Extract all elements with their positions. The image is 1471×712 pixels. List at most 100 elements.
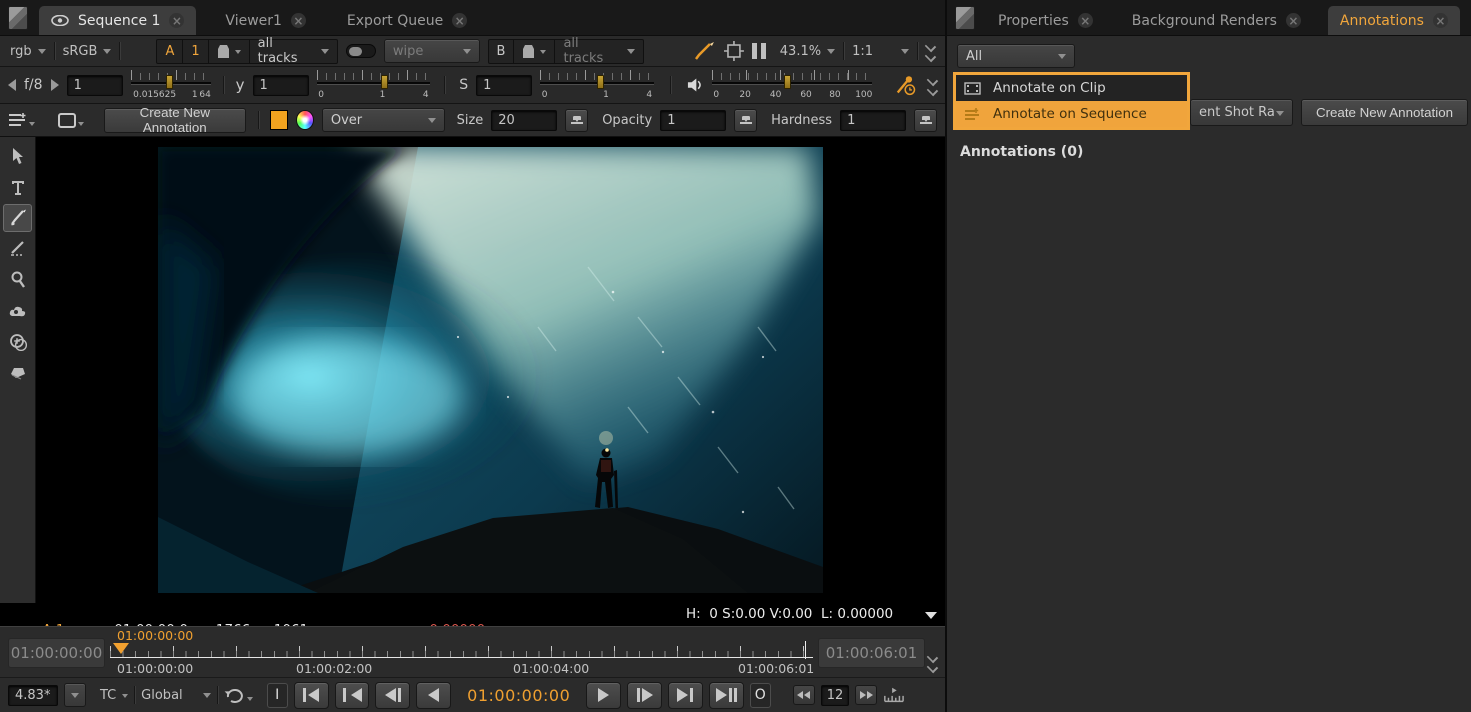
step-back-button[interactable] [375,681,411,709]
close-icon[interactable] [1077,13,1093,28]
speed-dropdown-button[interactable] [64,683,86,707]
range-mode-dropdown[interactable]: Global [141,688,211,703]
gamma-slider[interactable]: 0 1 4 [316,70,431,100]
blend-mode-dropdown[interactable]: Over [321,108,445,132]
timeline-overflow-icon[interactable] [926,651,939,674]
close-icon[interactable] [290,13,306,28]
close-icon[interactable] [452,13,468,28]
fstop-up-icon[interactable] [50,79,59,91]
shape-rect-icon[interactable] [57,112,84,129]
play-forward-button[interactable] [586,681,622,709]
out-point-box[interactable]: 01:00:06:01 [818,638,925,668]
gain-field[interactable] [66,74,123,96]
fps-up-button[interactable] [854,685,878,705]
guides-icon[interactable] [723,41,744,61]
status-options-icon[interactable] [925,612,937,625]
eyedropper-clock-icon[interactable] [894,73,918,97]
ab-toggle[interactable] [346,44,376,58]
wipe-dropdown[interactable]: wipe [383,39,480,63]
input-a-button[interactable]: A [157,39,184,63]
create-annotation-button-panel[interactable]: Create New Annotation [1301,99,1468,126]
menu-item-annotate-on-sequence[interactable]: Annotate on Sequence [956,101,1187,127]
prev-edit-button[interactable] [334,681,370,709]
pane-icon[interactable] [955,6,975,30]
marker-tool[interactable] [3,235,32,263]
tracks-a-dropdown[interactable]: all tracks [250,36,337,66]
close-icon[interactable] [1285,13,1301,28]
picker-tool[interactable] [3,266,32,294]
viewer-canvas[interactable] [36,137,945,603]
apply-down-icon[interactable] [914,108,937,132]
sequence-icon [965,108,979,120]
close-icon[interactable] [1432,13,1448,28]
volume-slider[interactable]: 0 20 40 60 80 100 [711,70,872,100]
goto-end-button[interactable] [708,681,744,709]
apply-down-icon[interactable] [565,108,589,132]
tab-export-queue[interactable]: Export Queue [335,6,479,35]
tracks-b-dropdown[interactable]: all tracks [555,36,643,66]
flipbook-icon[interactable] [883,686,905,704]
fps-value[interactable]: 12 [820,684,849,706]
hardness-field[interactable] [840,109,907,131]
tab-background-renders[interactable]: Background Renders [1120,6,1313,35]
pause-icon[interactable] [751,43,766,59]
track-badge-icon[interactable] [209,39,250,63]
step-forward-button[interactable] [627,681,662,709]
size-field[interactable] [491,109,558,131]
color-wheel-icon[interactable] [296,110,314,130]
saturation-slider[interactable]: 0 1 4 [540,70,654,100]
saturation-field[interactable] [476,74,533,96]
tab-viewer1[interactable]: Viewer1 [213,6,318,35]
loop-mode-icon[interactable] [224,686,253,704]
color-controls-row: f/8 0.015625 1 64 y 0 1 4 S [0,67,945,104]
brush-color-swatch[interactable] [270,110,289,130]
out-point-button[interactable]: O [749,682,771,708]
next-edit-button[interactable] [668,681,703,709]
apply-down-icon[interactable] [734,108,758,132]
toolbar-overflow-icon[interactable] [926,74,939,96]
ruler-label: 01:00:06:01 [738,661,815,676]
timeline-ruler[interactable]: 01:00:00:00 01:00:00:00 01:00:02:00 01:0… [110,628,815,676]
goto-start-button[interactable] [293,681,329,709]
annotation-filter-dropdown[interactable]: All [957,44,1075,68]
channel-dropdown[interactable]: rgb [10,44,46,59]
menu-item-annotate-on-clip[interactable]: Annotate on Clip [956,75,1187,101]
tab-sequence-1[interactable]: Sequence 1 [39,6,197,35]
tab-annotations[interactable]: Annotations [1327,6,1460,35]
text-tool[interactable] [3,173,32,201]
in-point-box[interactable]: 01:00:00:00 [8,638,105,668]
select-tool[interactable] [3,142,32,170]
fstop-down-icon[interactable] [8,79,16,91]
eraser-tool[interactable] [3,359,32,387]
annotations-pane: Properties Background Renders Annotation… [945,0,1471,712]
annotation-brush-icon[interactable] [694,41,716,61]
input-b-button[interactable]: B [489,39,515,63]
shot-range-dropdown[interactable]: ent Shot Ra [1190,99,1293,126]
viewer-status-bar: A 1 cave - 01:00:00:0 x=1766 y=1061 0.00… [0,603,945,686]
speaker-icon[interactable] [687,77,704,93]
annotation-list-icon[interactable] [8,111,35,129]
annotation-toolbar: Create New Annotation Over Size Opacity … [0,104,945,137]
clone-tool[interactable] [3,328,32,356]
brush-tool[interactable] [3,204,32,232]
input-a-version[interactable]: 1 [183,39,209,63]
create-annotation-button[interactable]: Create New Annotation [104,105,246,135]
toolbar-overflow-icon[interactable] [924,40,937,62]
colorspace-dropdown[interactable]: sRGB [63,44,112,59]
timecode-mode-dropdown[interactable]: TC [100,688,129,703]
opacity-field[interactable] [660,109,727,131]
tab-label: Export Queue [346,12,444,29]
close-icon[interactable] [169,13,185,28]
gamma-field[interactable] [252,74,309,96]
play-backward-button[interactable] [416,681,452,709]
tab-properties[interactable]: Properties [986,6,1105,35]
zoom-level-dropdown[interactable]: 43.1% [780,44,836,59]
playback-speed-field[interactable] [8,684,58,706]
proxy-scale-dropdown[interactable]: 1:1 [852,44,910,59]
gain-slider[interactable]: 0.015625 1 64 [130,70,211,100]
pane-icon[interactable] [8,6,28,30]
cloud-shape-tool[interactable] [3,297,32,325]
fps-down-button[interactable] [792,685,815,705]
track-badge-icon[interactable] [514,39,556,63]
in-point-button[interactable]: I [266,682,288,708]
